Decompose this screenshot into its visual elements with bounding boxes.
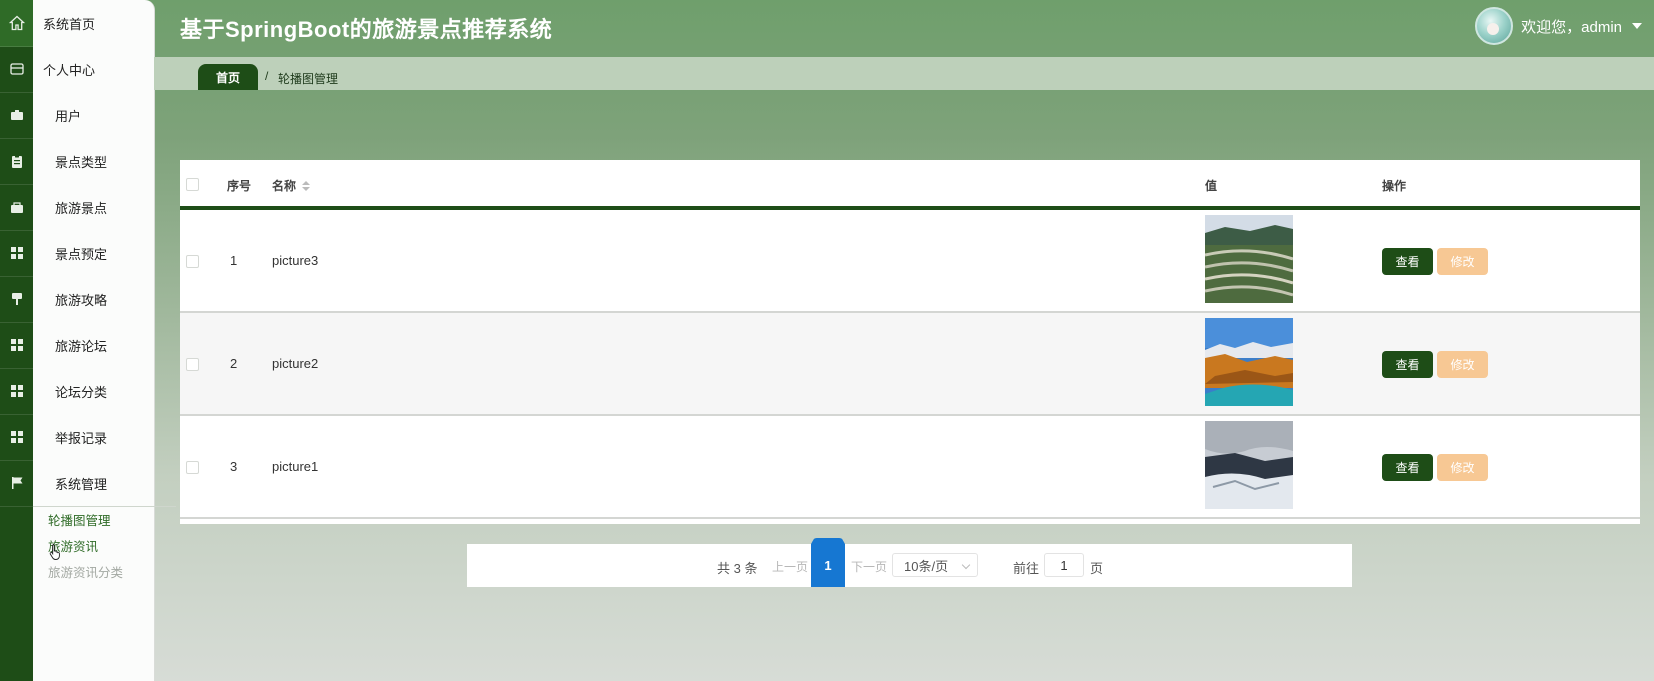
sidebar-item-label: 论坛分类 (55, 384, 108, 400)
flag-icon[interactable] (0, 460, 33, 507)
row-name: picture3 (272, 253, 319, 268)
avatar[interactable] (1475, 7, 1514, 45)
icon-rail (0, 0, 33, 681)
briefcase-icon[interactable] (0, 92, 33, 139)
next-page-button[interactable]: 下一页 (851, 558, 887, 575)
chevron-down-icon[interactable] (1632, 23, 1642, 29)
sidebar-item-label: 用户 (55, 108, 82, 124)
column-actions: 操作 (1382, 179, 1407, 193)
page-size-select[interactable]: 10条/页 (892, 553, 978, 577)
grid-icon[interactable] (0, 230, 33, 277)
hand-cursor-icon (49, 544, 60, 560)
terraced-hills-photo[interactable] (1205, 215, 1293, 303)
sidebar-item-label: 系统管理 (55, 476, 108, 492)
submenu-travel-news-categories[interactable]: 旅游资讯分类 (48, 562, 123, 581)
sort-icon[interactable] (302, 180, 311, 191)
table-header: 序号 名称 值 操作 (180, 160, 1640, 210)
goto-label: 前往 (1013, 561, 1040, 576)
edit-button[interactable]: 修改 (1437, 351, 1488, 378)
carousel-table: 序号 名称 值 操作 1 picture3 查看 修改 2 picture2 查… (180, 160, 1640, 524)
grid-icon[interactable] (0, 322, 33, 369)
sidebar-item-spots[interactable]: 旅游景点 (33, 184, 176, 230)
wallet-icon[interactable] (0, 46, 33, 93)
home-icon[interactable] (0, 0, 33, 47)
sidebar-item-label: 系统首页 (43, 16, 96, 32)
sidebar-item-home[interactable]: 系统首页 (33, 0, 164, 46)
column-name: 名称 (272, 179, 297, 193)
edit-button[interactable]: 修改 (1437, 248, 1488, 275)
goto-unit: 页 (1090, 561, 1104, 576)
sidebar-item-spot-types[interactable]: 景点类型 (33, 138, 176, 184)
column-name-header[interactable]: 名称 (272, 177, 311, 194)
breadcrumb: 首页 / 轮播图管理 (154, 57, 1654, 90)
column-index: 序号 (227, 179, 252, 193)
row-index: 1 (230, 253, 238, 268)
sidebar-item-label: 景点预定 (55, 246, 108, 262)
goto-page-input[interactable] (1044, 553, 1084, 577)
sidebar-item-forum-categories[interactable]: 论坛分类 (33, 368, 176, 414)
pagination-total: 共 3 条 (717, 561, 758, 576)
edit-button[interactable]: 修改 (1437, 454, 1488, 481)
grid-icon[interactable] (0, 414, 33, 461)
sidebar-item-forum[interactable]: 旅游论坛 (33, 322, 176, 368)
view-button[interactable]: 查看 (1382, 248, 1433, 275)
page-size-value: 10条/页 (904, 558, 949, 574)
sidebar-item-label: 举报记录 (55, 430, 108, 446)
table-row: 1 picture3 查看 修改 (180, 210, 1640, 313)
sidebar-item-label: 旅游攻略 (55, 292, 108, 308)
snowy-valley-photo[interactable] (1205, 421, 1293, 509)
sidebar-item-system[interactable]: 系统管理 (33, 460, 176, 507)
mountain-lake-photo[interactable] (1205, 318, 1293, 406)
submenu-carousel[interactable]: 轮播图管理 (48, 510, 111, 529)
sidebar-item-label: 旅游景点 (55, 200, 108, 216)
chevron-down-icon (961, 560, 971, 570)
sidebar-item-profile[interactable]: 个人中心 (33, 46, 164, 92)
prev-page-button[interactable]: 上一页 (772, 558, 808, 575)
breadcrumb-separator: / (265, 69, 269, 83)
clipboard-icon[interactable] (0, 138, 33, 185)
row-checkbox[interactable] (186, 358, 199, 371)
row-checkbox[interactable] (186, 461, 199, 474)
view-button[interactable]: 查看 (1382, 351, 1433, 378)
brush-icon[interactable] (0, 276, 33, 323)
sidebar-item-bookings[interactable]: 景点预定 (33, 230, 176, 276)
sidebar-item-label: 旅游论坛 (55, 338, 108, 354)
row-name: picture2 (272, 356, 319, 371)
sidebar-item-users[interactable]: 用户 (33, 92, 176, 138)
table-row: 2 picture2 查看 修改 (180, 313, 1640, 416)
view-button[interactable]: 查看 (1382, 454, 1433, 481)
select-all-checkbox[interactable] (186, 178, 199, 191)
page-number-button[interactable]: 1 (811, 544, 845, 587)
column-value: 值 (1205, 179, 1218, 193)
table-row: 3 picture1 查看 修改 (180, 416, 1640, 519)
row-index: 2 (230, 356, 238, 371)
user-menu[interactable]: 欢迎您，admin (1475, 7, 1642, 45)
row-checkbox[interactable] (186, 255, 199, 268)
sidebar-item-guides[interactable]: 旅游攻略 (33, 276, 176, 322)
sidebar-menu: 系统首页 个人中心 用户 景点类型 旅游景点 景点预定 旅游攻略 旅游论坛 论坛… (33, 0, 176, 681)
row-index: 3 (230, 459, 238, 474)
bag-icon[interactable] (0, 184, 33, 231)
pagination: 共 3 条 上一页 1 下一页 10条/页 前往 页 (467, 544, 1352, 587)
sidebar-item-label: 个人中心 (43, 62, 96, 78)
sidebar-item-label: 景点类型 (55, 154, 108, 170)
user-greeting[interactable]: 欢迎您，admin (1521, 16, 1622, 37)
app-title: 基于SpringBoot的旅游景点推荐系统 (180, 17, 553, 42)
breadcrumb-home[interactable]: 首页 (198, 64, 258, 90)
sidebar-item-reports[interactable]: 举报记录 (33, 414, 176, 460)
grid-icon[interactable] (0, 368, 33, 415)
breadcrumb-current: 轮播图管理 (278, 72, 339, 86)
row-name: picture1 (272, 459, 319, 474)
